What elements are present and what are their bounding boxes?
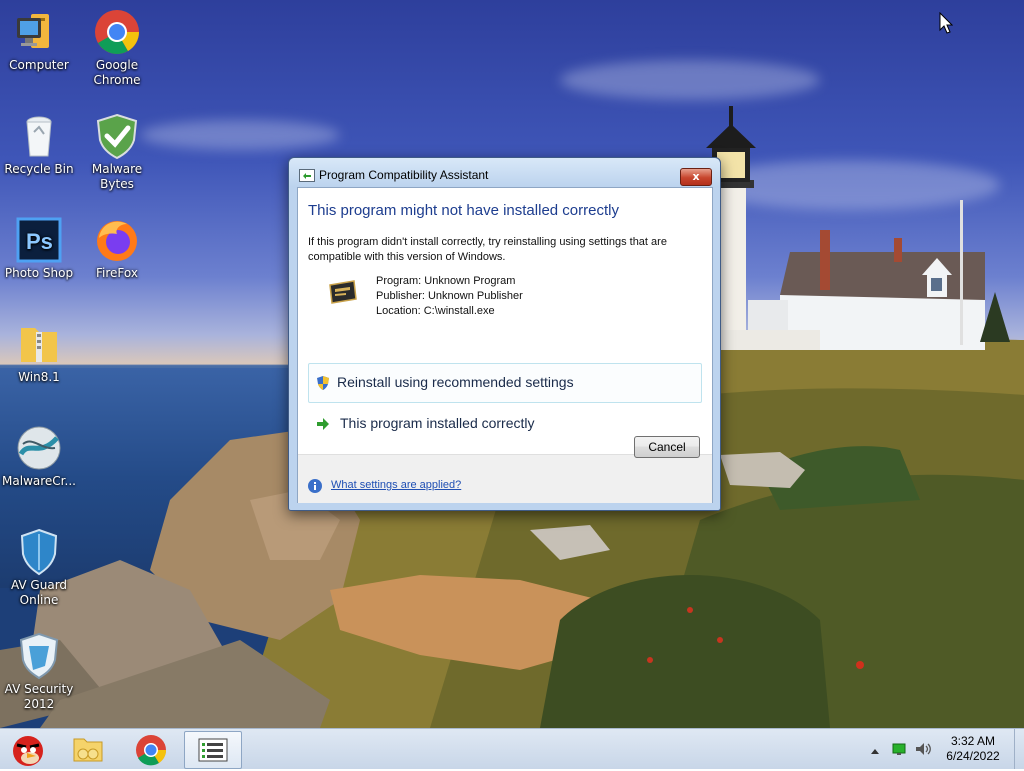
- computer-icon: [15, 8, 63, 56]
- dialog-description: If this program didn't install correctly…: [308, 236, 667, 263]
- zip-folder-icon: [15, 320, 63, 368]
- show-desktop-button[interactable]: [1014, 729, 1024, 769]
- close-button[interactable]: x: [680, 168, 712, 186]
- angry-birds-icon: [13, 736, 43, 766]
- chrome-icon: [93, 8, 141, 56]
- volume-icon[interactable]: [914, 741, 932, 760]
- close-icon: x: [692, 170, 700, 183]
- desktop-icon-av-guard-online[interactable]: AV Guard Online: [0, 528, 78, 608]
- desktop-icon-label: Photo Shop: [4, 266, 74, 280]
- shield-check-icon: [93, 112, 141, 160]
- taskbar-angry-birds[interactable]: [2, 731, 54, 767]
- desktop-icon-label: Computer: [9, 58, 69, 72]
- desktop-icon-label: Win8.1: [18, 370, 60, 384]
- desktop-icon-av-security-2012[interactable]: AV Security 2012: [0, 632, 78, 712]
- firefox-icon: [93, 216, 141, 264]
- desktop-icon-label: Chrome: [93, 73, 141, 87]
- dialog-heading: This program might not have installed co…: [308, 202, 619, 219]
- desktop-icon-photo-shop[interactable]: Ps Photo Shop: [0, 216, 78, 281]
- desktop-icon-label: MalwareCr...: [2, 474, 76, 488]
- network-icon[interactable]: [892, 742, 906, 759]
- what-settings-applied-link[interactable]: What settings are applied?: [331, 479, 461, 491]
- chrome-icon: [136, 735, 167, 766]
- dialog-titlebar[interactable]: Program Compatibility Assistant x: [289, 158, 720, 187]
- photoshop-icon: Ps: [15, 216, 63, 264]
- desktop-icon-google-chrome[interactable]: Google Chrome: [78, 8, 156, 88]
- desktop-icon-recycle-bin[interactable]: Recycle Bin: [0, 112, 78, 177]
- program-name: Program: Unknown Program: [376, 275, 516, 287]
- show-hidden-icons-arrow[interactable]: [870, 744, 880, 758]
- taskbar: 3:32 AM 6/24/2022: [0, 728, 1024, 769]
- dialog-title-icon: [299, 169, 315, 182]
- desktop-icon-label: Malware: [91, 162, 143, 176]
- info-icon: [307, 478, 323, 497]
- av-guard-shield-icon: [15, 528, 63, 576]
- program-icon: [328, 279, 358, 305]
- recycle-bin-icon: [15, 112, 63, 160]
- program-location: Location: C:\winstall.exe: [376, 305, 495, 317]
- desktop-icon-malwarecrusher[interactable]: MalwareCr...: [0, 424, 78, 489]
- av-security-icon: [15, 632, 63, 680]
- desktop-icon-win81[interactable]: Win8.1: [0, 320, 78, 385]
- cancel-button[interactable]: Cancel: [634, 436, 700, 458]
- taskbar-file-explorer[interactable]: [62, 731, 114, 767]
- dialog-title: Program Compatibility Assistant: [319, 168, 489, 182]
- desktop-icon-label: AV Security: [4, 682, 74, 696]
- malware-crusher-icon: [15, 424, 63, 472]
- program-publisher: Publisher: Unknown Publisher: [376, 290, 523, 302]
- taskbar-chrome[interactable]: [124, 731, 176, 767]
- green-arrow-icon: [316, 417, 330, 434]
- mouse-cursor-icon: [939, 12, 953, 34]
- svg-text:Ps: Ps: [26, 229, 53, 254]
- clock-date: 6/24/2022: [946, 749, 1000, 763]
- program-installed-correctly-label: This program installed correctly: [340, 415, 535, 431]
- reinstall-recommended-label: Reinstall using recommended settings: [337, 374, 574, 390]
- uac-shield-icon: [315, 375, 331, 394]
- program-compatibility-dialog: Program Compatibility Assistant x This p…: [288, 157, 721, 511]
- desktop-icon-label: 2012: [23, 697, 55, 711]
- desktop-icon-label: Google: [95, 58, 139, 72]
- folder-icon: [73, 738, 103, 762]
- desktop-icon-computer[interactable]: Computer: [0, 8, 78, 73]
- desktop-icon-label: FireFox: [96, 266, 138, 280]
- clock-time: 3:32 AM: [950, 734, 996, 748]
- desktop-icon-label: Recycle Bin: [4, 162, 74, 176]
- taskbar-active-program[interactable]: [184, 731, 242, 769]
- system-clock[interactable]: 3:32 AM 6/24/2022: [940, 734, 1006, 764]
- task-list-icon: [198, 738, 228, 762]
- desktop-icon-label: AV Guard: [10, 578, 68, 592]
- reinstall-recommended-option[interactable]: Reinstall using recommended settings: [308, 363, 702, 403]
- desktop-icon-firefox[interactable]: FireFox: [78, 216, 156, 281]
- desktop-icon-label: Bytes: [100, 177, 134, 191]
- desktop-icon-malware-bytes[interactable]: Malware Bytes: [78, 112, 156, 192]
- desktop-icon-label: Online: [19, 593, 59, 607]
